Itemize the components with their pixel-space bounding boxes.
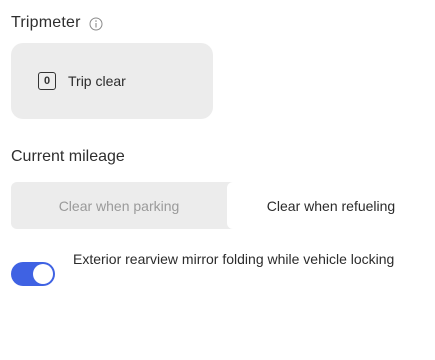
tripmeter-header: Tripmeter xyxy=(11,10,103,36)
trip-counter-icon: 0 xyxy=(38,72,56,90)
mirror-folding-label: Exterior rearview mirror folding while v… xyxy=(73,251,395,267)
trip-clear-button[interactable]: 0 Trip clear xyxy=(11,43,213,119)
mirror-folding-toggle[interactable] xyxy=(11,262,55,286)
info-icon[interactable] xyxy=(89,17,103,31)
current-mileage-title: Current mileage xyxy=(11,148,125,165)
current-mileage-selector: Clear when parking Clear when refueling xyxy=(11,182,435,229)
tripmeter-title: Tripmeter xyxy=(11,14,81,31)
toggle-knob xyxy=(33,264,53,284)
clear-when-refueling-option[interactable]: Clear when refueling xyxy=(227,182,435,229)
settings-panel: Tripmeter 0 Trip clear Current mileage C… xyxy=(0,0,435,360)
mirror-folding-setting: Exterior rearview mirror folding while v… xyxy=(11,249,431,286)
trip-clear-label: Trip clear xyxy=(68,73,126,89)
clear-when-parking-option[interactable]: Clear when parking xyxy=(11,182,227,229)
